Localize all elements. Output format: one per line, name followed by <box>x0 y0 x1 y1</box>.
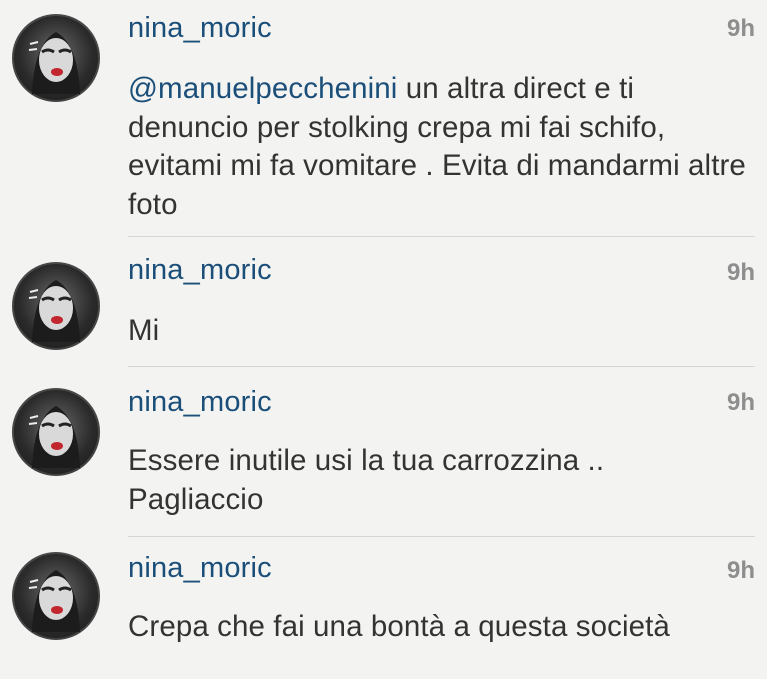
comment-text: Crepa che fai una bontà a questa società <box>128 610 670 643</box>
comment-timestamp: 9h <box>726 557 755 584</box>
divider <box>128 366 755 367</box>
avatar-portrait-image <box>28 570 80 632</box>
comment-timestamp: 9h <box>726 259 755 286</box>
comment-timestamp: 9h <box>726 389 755 416</box>
comment-username[interactable]: nina_moric <box>128 384 272 420</box>
avatar-portrait-image <box>28 406 80 468</box>
comment-username[interactable]: nina_moric <box>128 10 272 46</box>
comment-text: Essere inutile usi la tua carrozzina .. … <box>128 444 605 516</box>
user-mention-link[interactable]: @manuelpecchenini <box>128 72 397 105</box>
avatar[interactable] <box>12 262 100 350</box>
comment-username[interactable]: nina_moric <box>128 550 272 586</box>
comment-text: @manuelpecchenini un altra direct e ti d… <box>128 70 748 224</box>
divider <box>128 536 755 537</box>
avatar[interactable] <box>12 552 100 640</box>
avatar-portrait-image <box>28 32 80 94</box>
avatar[interactable] <box>12 14 100 102</box>
avatar-portrait-image <box>28 280 80 342</box>
avatar[interactable] <box>12 388 100 476</box>
comment-timestamp: 9h <box>726 15 755 42</box>
divider <box>128 236 755 237</box>
comment-username[interactable]: nina_moric <box>128 252 272 288</box>
comment-text: Mi <box>128 314 160 347</box>
